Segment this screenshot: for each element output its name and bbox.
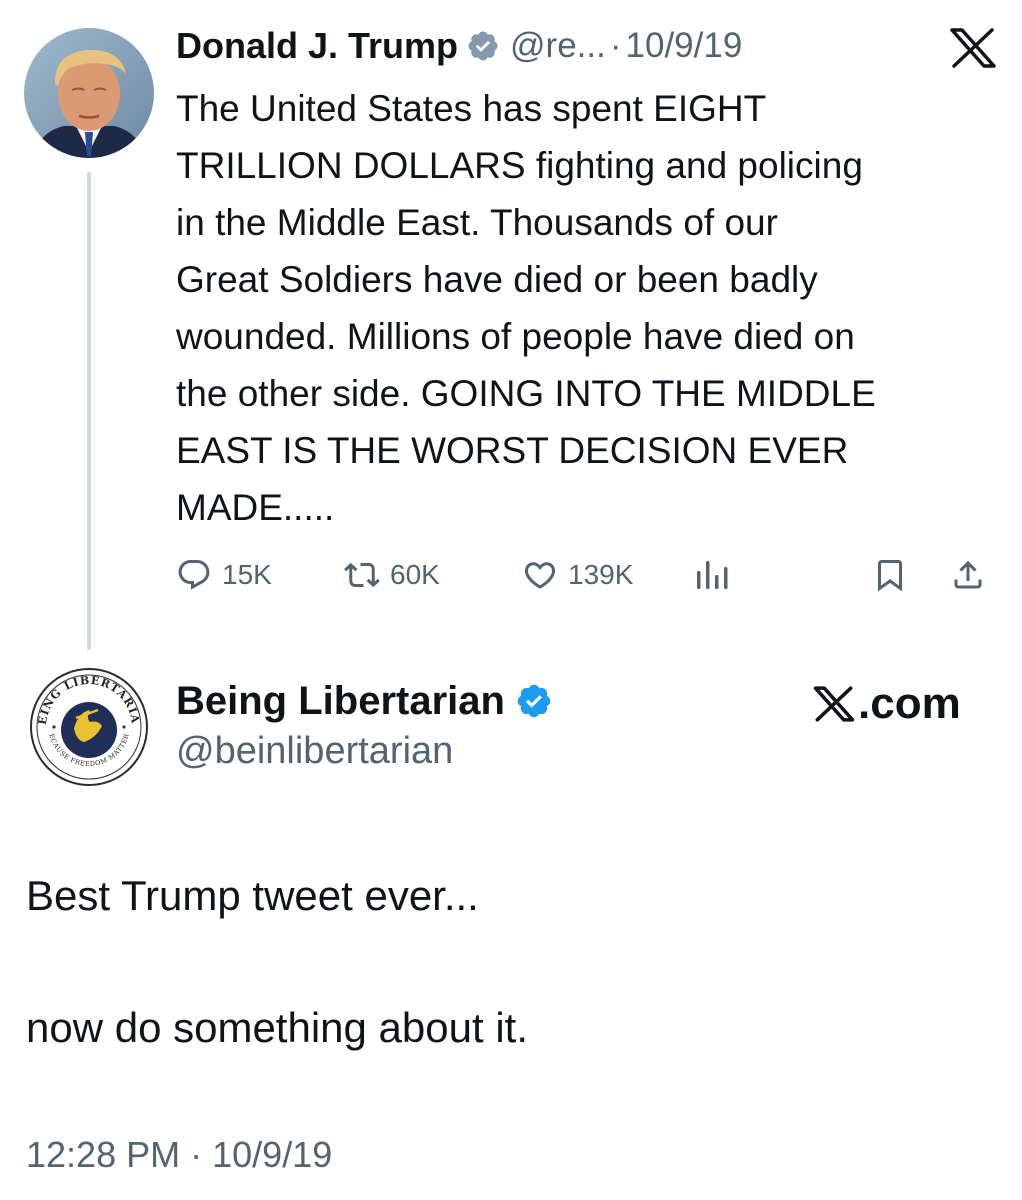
tweet-text-line: Great Soldiers have died or been badly: [176, 259, 818, 300]
x-com-branding: .com: [812, 678, 961, 730]
heart-icon: [524, 562, 556, 589]
views-button[interactable]: [694, 550, 734, 600]
like-button[interactable]: 139K: [522, 550, 633, 600]
author-display-name[interactable]: Being Libertarian: [176, 679, 505, 724]
timestamp-date: 10/9/19: [212, 1134, 333, 1175]
quoted-tweet-text: The United States has spent EIGHT TRILLIO…: [176, 80, 1006, 536]
share-button[interactable]: [950, 550, 986, 600]
tweet-text-line: The United States has spent EIGHT: [176, 88, 767, 129]
tweet-date[interactable]: 10/9/19: [626, 26, 743, 66]
tweet-text-line: MADE.....: [176, 487, 335, 528]
repost-button[interactable]: 60K: [344, 550, 440, 600]
author-handle[interactable]: @beinlibertarian: [176, 730, 453, 773]
reply-button[interactable]: 15K: [176, 550, 272, 600]
tweet-text-line: wounded. Millions of people have died on: [176, 316, 855, 357]
x-logo-icon: [813, 686, 855, 722]
tweet-action-bar: 15K 60K 139K: [176, 550, 996, 600]
x-logo-icon: [948, 28, 998, 68]
trump-avatar-image: [24, 28, 154, 158]
reply-icon: [178, 560, 210, 590]
author-handle[interactable]: @re...: [510, 26, 606, 66]
reply-count: 15K: [222, 559, 272, 590]
repost-count: 60K: [390, 559, 440, 590]
trump-avatar[interactable]: [24, 28, 154, 158]
tweet-text-line: the other side. GOING INTO THE MIDDLE: [176, 373, 876, 414]
header-separator: ·: [609, 26, 622, 65]
x-com-text: .com: [858, 679, 961, 728]
tweet-text-line: in the Middle East. Thousands of our: [176, 202, 778, 243]
being-libertarian-logo: BEING LIBERTARIAN BECAUSE FREEDOM MATTER…: [24, 662, 154, 792]
like-count: 139K: [568, 559, 634, 590]
verified-badge-icon: [468, 31, 498, 61]
tweet-text-line: TRILLION DOLLARS fighting and policing: [176, 145, 863, 186]
post-text-line-1: Best Trump tweet ever...: [26, 872, 479, 919]
post-timestamp[interactable]: 12:28 PM · 10/9/19: [26, 1134, 332, 1176]
author-display-name[interactable]: Donald J. Trump: [176, 25, 458, 67]
bookmark-button[interactable]: [872, 550, 908, 600]
quoted-tweet-header: Donald J. Trump @re... · 10/9/19: [176, 22, 742, 70]
being-libertarian-avatar[interactable]: BEING LIBERTARIAN BECAUSE FREEDOM MATTER…: [24, 662, 154, 792]
timestamp-time: 12:28 PM: [26, 1134, 181, 1175]
author-name-row: Being Libertarian: [176, 676, 553, 726]
share-icon: [954, 560, 982, 589]
thread-connector-line: [87, 172, 91, 650]
timestamp-separator: ·: [190, 1134, 203, 1175]
bookmark-icon: [878, 560, 902, 592]
repost-icon: [344, 562, 380, 588]
verified-badge-icon: [517, 684, 551, 718]
tweet-text-line: EAST IS THE WORST DECISION EVER: [176, 430, 849, 471]
post-text-line-2: now do something about it.: [26, 1004, 528, 1051]
views-chart-icon: [697, 561, 728, 589]
